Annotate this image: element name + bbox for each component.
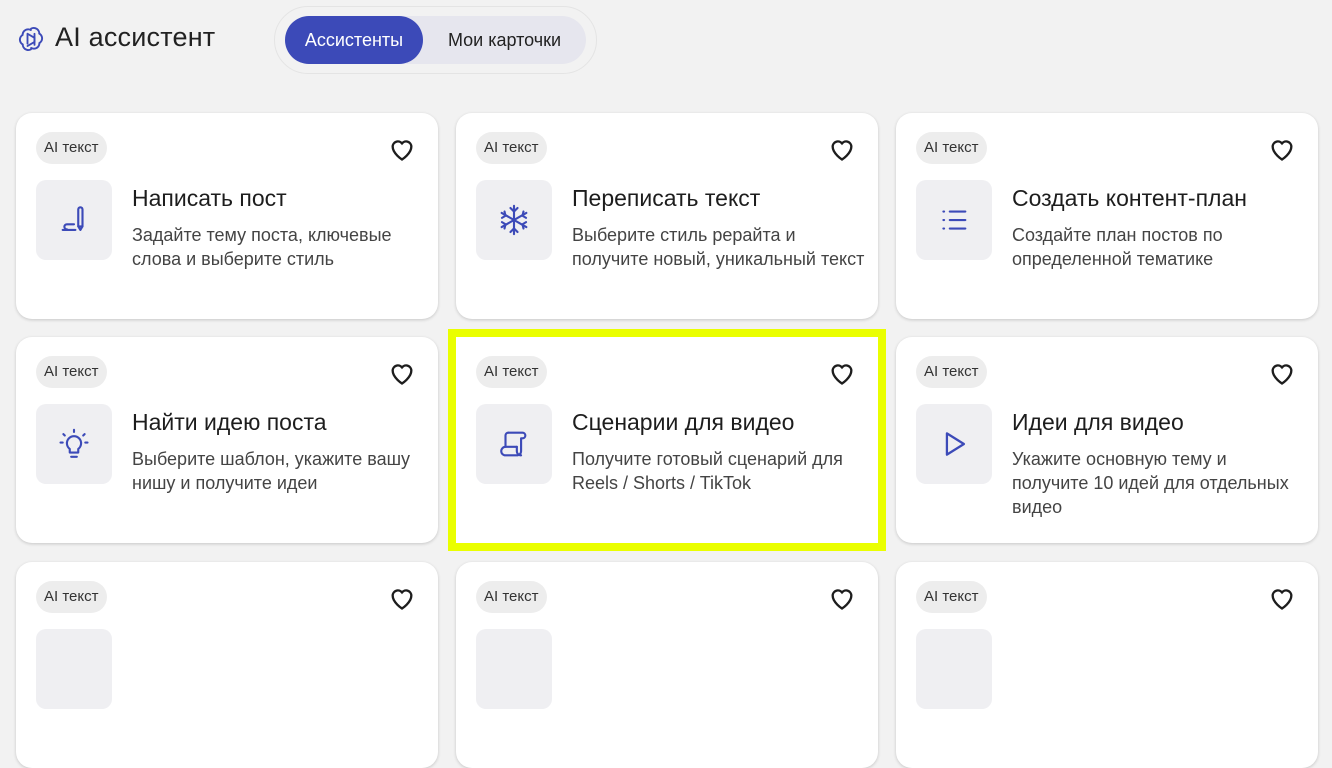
- ai-text-badge: AI текст: [916, 581, 987, 613]
- heart-icon[interactable]: [1268, 360, 1296, 386]
- card-title: Написать пост: [132, 185, 287, 211]
- scroll-icon: [476, 404, 552, 484]
- card-description: Получите готовый сценарий для Reels / Sh…: [572, 449, 843, 493]
- heart-icon[interactable]: [828, 585, 856, 611]
- lightbulb-icon: [36, 404, 112, 484]
- page-header: AI ассистент Ассистенты Мои карточки: [0, 0, 1332, 80]
- card-title: Сценарии для видео: [572, 409, 795, 435]
- ai-text-badge: AI текст: [916, 356, 987, 388]
- tab-my-cards[interactable]: Мои карточки: [423, 16, 586, 64]
- ai-text-badge: AI текст: [476, 581, 547, 613]
- assistant-card[interactable]: AI текст: [456, 562, 878, 768]
- heart-icon[interactable]: [828, 136, 856, 162]
- assistant-card-rewrite-text[interactable]: AI текст Переписать текст Выберите стиль…: [456, 113, 878, 319]
- ai-text-badge: AI текст: [476, 132, 547, 164]
- card-description: Выберите стиль рерайта и получите новый,…: [572, 225, 865, 269]
- view-toggle: Ассистенты Мои карточки: [274, 6, 597, 74]
- card-description: Создайте план постов по определенной тем…: [1012, 225, 1223, 269]
- heart-icon[interactable]: [1268, 136, 1296, 162]
- assistant-card[interactable]: AI текст: [896, 562, 1318, 768]
- assistant-card-content-plan[interactable]: AI текст Создать контент-план Создайте п…: [896, 113, 1318, 319]
- tab-assistants[interactable]: Ассистенты: [285, 16, 423, 64]
- card-title: Переписать текст: [572, 185, 761, 211]
- ai-text-badge: AI текст: [36, 132, 107, 164]
- view-toggle-track: Ассистенты Мои карточки: [285, 16, 586, 64]
- assistant-card-post-idea[interactable]: AI текст Найти идею поста Выберите шабло…: [16, 337, 438, 543]
- list-icon: [916, 180, 992, 260]
- assistant-card[interactable]: AI текст: [16, 562, 438, 768]
- card-title: Идеи для видео: [1012, 409, 1184, 435]
- assistant-card-write-post[interactable]: AI текст Написать пост Задайте тему пост…: [16, 113, 438, 319]
- heart-icon[interactable]: [388, 136, 416, 162]
- card-icon-tile: [916, 629, 992, 709]
- card-title: Создать контент-план: [1012, 185, 1247, 211]
- ai-text-badge: AI текст: [476, 356, 547, 388]
- ai-text-badge: AI текст: [916, 132, 987, 164]
- card-description: Укажите основную тему и получите 10 идей…: [1012, 449, 1289, 517]
- openai-knot-icon: [16, 24, 46, 54]
- card-icon-tile: [476, 629, 552, 709]
- ai-text-badge: AI текст: [36, 356, 107, 388]
- heart-icon[interactable]: [828, 360, 856, 386]
- heart-icon[interactable]: [388, 360, 416, 386]
- assistant-card-video-scripts[interactable]: AI текст Сценарии для видео Получите гот…: [456, 337, 878, 543]
- app-title: AI ассистент: [55, 22, 216, 52]
- heart-icon[interactable]: [1268, 585, 1296, 611]
- card-description: Задайте тему поста, ключевые слова и выб…: [132, 225, 392, 269]
- card-icon-tile: [36, 629, 112, 709]
- ai-text-badge: AI текст: [36, 581, 107, 613]
- card-title: Найти идею поста: [132, 409, 327, 435]
- heart-icon[interactable]: [388, 585, 416, 611]
- play-icon: [916, 404, 992, 484]
- pen-icon: [36, 180, 112, 260]
- assistant-card-video-ideas[interactable]: AI текст Идеи для видео Укажите основную…: [896, 337, 1318, 543]
- card-description: Выберите шаблон, укажите вашу нишу и пол…: [132, 449, 411, 493]
- snowflake-icon: [476, 180, 552, 260]
